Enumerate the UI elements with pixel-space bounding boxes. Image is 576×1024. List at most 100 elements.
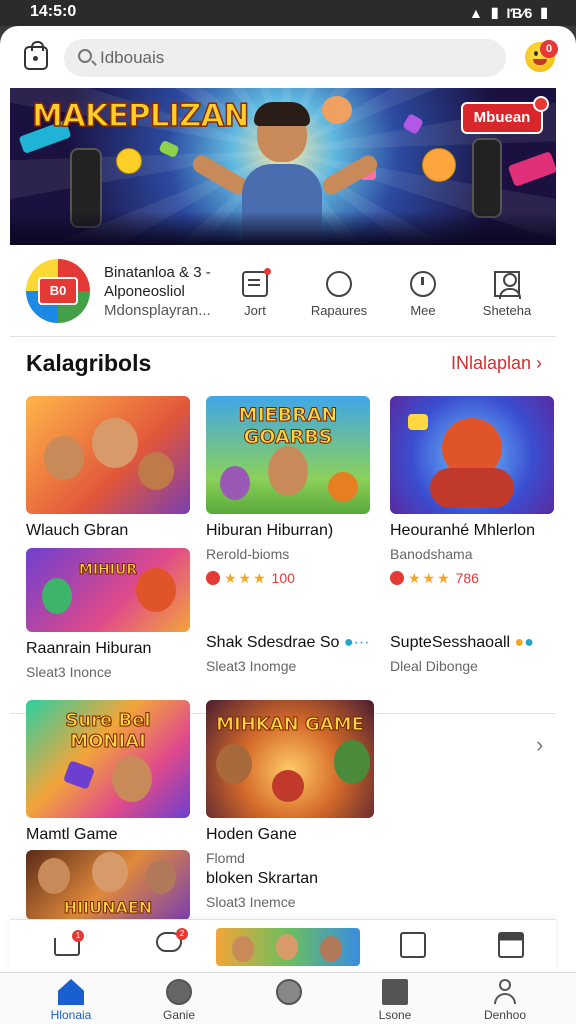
shopping-bag-icon[interactable]: [24, 41, 48, 70]
smiley-icon: [116, 148, 142, 174]
quick-action-label: Sheteha: [482, 303, 532, 318]
hero-cta-button[interactable]: Mbuean: [461, 102, 543, 134]
clock-icon: [410, 271, 436, 297]
nav-home[interactable]: Hlonaia: [26, 977, 116, 1022]
nav-games[interactable]: Ganie: [134, 977, 224, 1022]
game-card-title: Hiburan Hiburran): [206, 522, 334, 539]
game-card-image-label: HIIUNAEN: [63, 898, 153, 918]
game-card-title: Raanrain Hiburan: [26, 640, 152, 657]
avatar-eye-icon: [534, 51, 538, 56]
game-card-image-label: Sure Bel MONIAI: [65, 710, 151, 753]
quick-action-sheteha[interactable]: Sheteha: [472, 271, 542, 318]
star-icon: ★★★: [224, 570, 268, 586]
compass-icon: [276, 979, 302, 1005]
quick-action-label: Jort: [244, 303, 266, 318]
app-line-3: Mdonsplayran...: [104, 302, 211, 319]
status-bar: 14:5:0 ▲ ▮ ƖƁ∕6 ▮: [0, 0, 576, 26]
game-card-text[interactable]: SupteSesshaoall ●● Dleal Dibonge: [390, 634, 534, 674]
hero-title: MAKEPLIZAN: [31, 97, 250, 135]
game-card-image: Sure Bel MONIAI: [26, 700, 190, 818]
app-logo[interactable]: B0: [26, 259, 90, 323]
character-icon: [42, 578, 72, 614]
game-card-rating: ★★★ 786: [390, 570, 554, 587]
smiley-icon: [422, 148, 456, 182]
game-card-image: HIIUNAEN: [26, 850, 190, 920]
top-bar: 0: [0, 26, 576, 88]
game-card[interactable]: Heouranhé Mhlerlon Banodshama ★★★ 786: [390, 396, 554, 587]
chevron-right-icon[interactable]: ›: [536, 732, 543, 758]
character-icon: [320, 936, 342, 962]
game-card-subtitle: Dleal Dibonge: [390, 658, 478, 674]
nav-library[interactable]: Lsone: [350, 977, 440, 1022]
bookmark-icon: [382, 979, 408, 1005]
hero-banner[interactable]: MAKEPLIZAN Mbuean: [10, 88, 556, 245]
character-icon: [112, 756, 152, 802]
game-card[interactable]: Wlauch Gbran: [26, 396, 190, 540]
app-line-2: Alponeosliol: [104, 283, 185, 300]
game-card[interactable]: Sure Bel MONIAI Mamtl Game: [26, 700, 190, 844]
quick-action-rapaures[interactable]: Rapaures: [304, 271, 374, 318]
app-description[interactable]: Binatanloa & 3 - Alponeosliol Mdonsplayr…: [104, 263, 234, 320]
emoji-icon: ●: [514, 634, 525, 651]
status-time: 14:5:0: [30, 3, 77, 20]
game-card-title: Hoden Gane: [206, 826, 297, 843]
game-card[interactable]: HIIUNAEN: [26, 850, 190, 920]
nav-label: Hlonaia: [50, 1008, 92, 1022]
character-icon: [136, 568, 176, 612]
profile-body-icon: [494, 993, 516, 1004]
game-card-text[interactable]: Shak Sdesdrae So ●··· Sleat3 Inomge: [206, 634, 370, 674]
rating-value: 786: [455, 570, 479, 586]
notification-badge: 0: [540, 40, 558, 58]
game-card-title: SupteSesshaoall ●●: [390, 634, 534, 652]
game-card[interactable]: MIHIUR Raanrain Hiburan Sleat3 Inonce: [26, 548, 190, 680]
note-icon: [242, 268, 271, 297]
nav-profile[interactable]: Denhoo: [460, 977, 550, 1022]
wifi-icon: ▲: [468, 4, 483, 21]
character-icon: [430, 468, 514, 508]
speaker-icon: [472, 138, 502, 218]
notification-badge: 2: [176, 928, 188, 940]
search-icon: [78, 49, 92, 63]
character-icon: [276, 934, 298, 960]
game-card[interactable]: MIEBRAN GOARBS Hiburan Hiburran) Rerold-…: [206, 396, 370, 587]
game-card-title: bloken Skrartan: [206, 870, 319, 887]
nav-explore[interactable]: [244, 977, 334, 1008]
list-icon[interactable]: [400, 932, 426, 958]
quick-action-mee[interactable]: Mee: [388, 271, 458, 318]
character-icon: [272, 770, 304, 802]
more-icon: ●···: [343, 634, 370, 651]
nav-label: Ganie: [162, 1008, 196, 1022]
character-icon: [328, 472, 358, 502]
game-card-image: [390, 396, 554, 514]
quick-action-jort[interactable]: Jort: [220, 268, 290, 318]
note-badge: [264, 268, 271, 275]
game-card-title-text: SupteSesshaoall: [390, 634, 511, 651]
hero-button-badge: [533, 96, 549, 112]
game-card-subtitle: Banodshama: [390, 546, 473, 562]
game-card-text[interactable]: bloken Skrartan Sloat3 Inemce: [206, 870, 318, 910]
inbox-icon[interactable]: [498, 932, 524, 958]
app-info-bar: B0 Binatanloa & 3 - Alponeosliol Mdonspl…: [10, 245, 556, 337]
hero-crowd: [10, 211, 556, 245]
rating-badge-icon: [390, 571, 404, 585]
quick-action-label: Mee: [410, 303, 436, 318]
dot-icon: ●: [524, 634, 534, 651]
character-icon: [334, 740, 370, 784]
game-card[interactable]: MIHKAN GAME Hoden Gane Flomd: [206, 700, 374, 866]
status-icons: ▲ ▮ ƖƁ∕6 ▮: [469, 4, 548, 21]
avatar-mouth-icon: [533, 59, 547, 65]
character-icon: [138, 452, 174, 490]
section-see-all-link[interactable]: INlalaplan ›: [451, 353, 542, 374]
mini-banner[interactable]: [216, 928, 360, 966]
coin-icon: [408, 414, 428, 430]
search-input[interactable]: [100, 39, 490, 77]
dice-icon: [63, 760, 95, 790]
quick-toolbar: 1 2: [10, 919, 556, 974]
star-icon: ★★★: [408, 570, 452, 586]
profile-head-icon: [499, 979, 511, 991]
character-icon: [92, 852, 128, 892]
search-bar[interactable]: [64, 39, 506, 77]
signal-icon: ▮: [490, 4, 499, 20]
game-card-image-label: MIEBRAN GOARBS: [238, 404, 338, 449]
profile-icon: [492, 979, 518, 1005]
